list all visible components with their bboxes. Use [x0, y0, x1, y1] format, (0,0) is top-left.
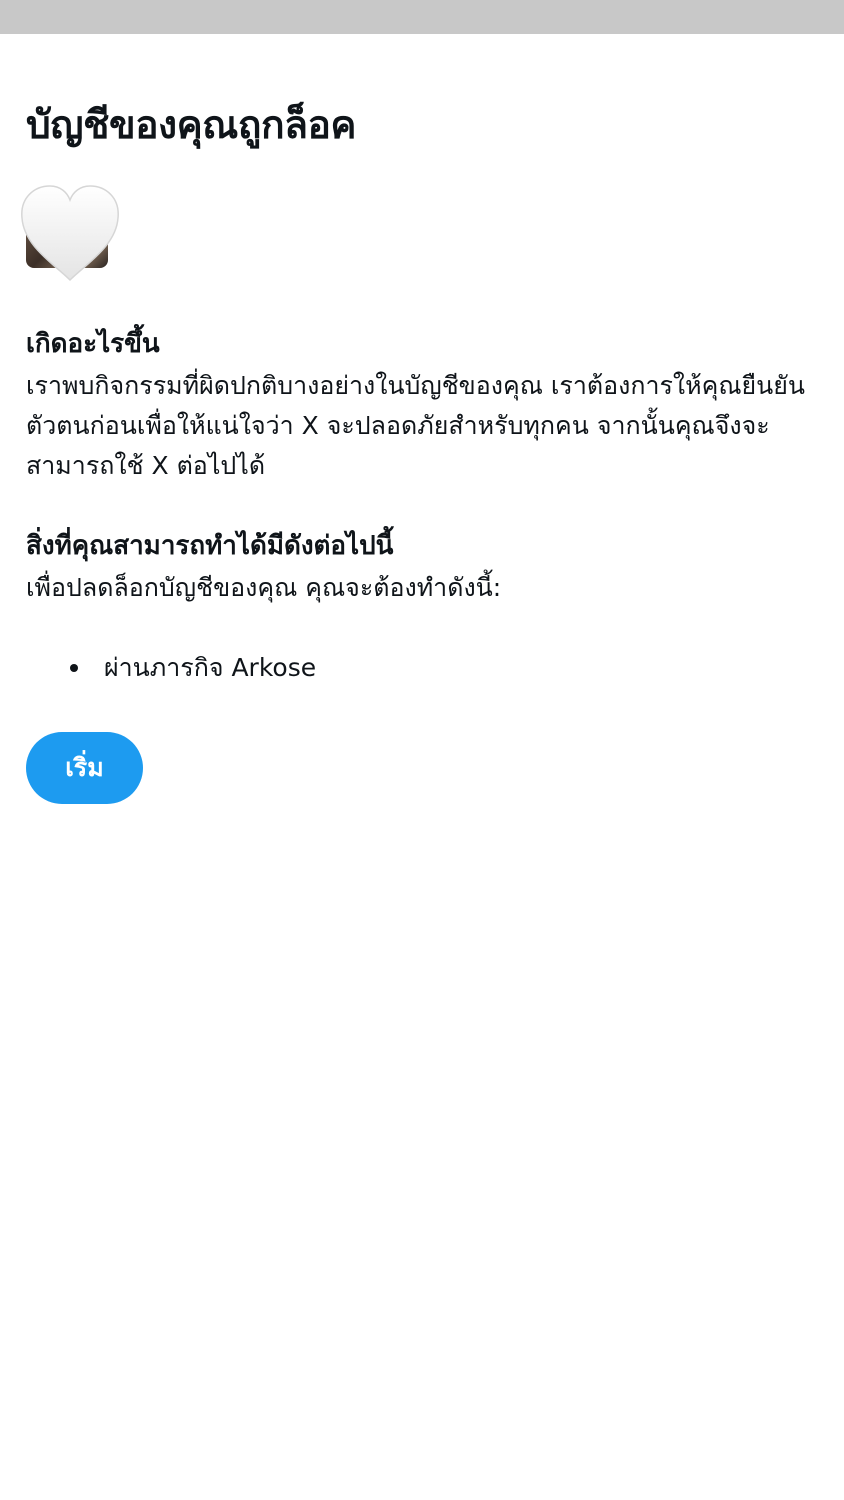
what-happened-heading: เกิดอะไรขึ้น — [26, 329, 160, 359]
heart-icon — [21, 185, 119, 282]
status-bar — [0, 0, 844, 34]
what-you-can-do-heading: สิ่งที่คุณสามารถทำได้มีดังต่อไปนี้ — [26, 531, 394, 561]
task-list: ผ่านภารกิจ Arkose — [26, 648, 822, 688]
task-label: ผ่านภารกิจ Arkose — [104, 653, 317, 682]
locked-account-panel: บัญชีของคุณถูกล็อค เกิดอะไรขึ้น เราพบกิจ… — [21, 34, 822, 804]
avatar — [21, 185, 126, 286]
list-item: ผ่านภารกิจ Arkose — [70, 648, 822, 688]
bullet-icon — [70, 664, 78, 672]
what-you-can-do-text: เพื่อปลดล็อกบัญชีของคุณ คุณจะต้องทำดังนี… — [26, 573, 502, 602]
start-button[interactable]: เริ่ม — [26, 732, 143, 804]
page-title: บัญชีของคุณถูกล็อค — [26, 103, 357, 148]
what-happened-text: เราพบกิจกรรมที่ผิดปกติบางอย่างในบัญชีของ… — [26, 371, 806, 480]
